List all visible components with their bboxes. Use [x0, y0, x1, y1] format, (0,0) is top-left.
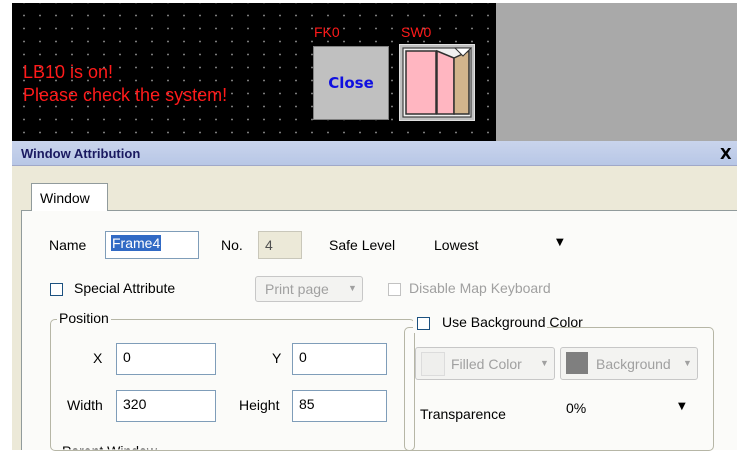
- no-label: No.: [221, 237, 243, 253]
- background-label: Background: [596, 356, 671, 372]
- width-value: 320: [123, 396, 147, 412]
- x-label: X: [93, 350, 103, 366]
- name-field[interactable]: Frame4: [105, 231, 199, 259]
- safe-level-value: Lowest: [434, 237, 479, 253]
- no-field: 4: [258, 231, 302, 259]
- filled-color-label: Filled Color: [451, 356, 522, 372]
- door-switch-icon[interactable]: [399, 44, 475, 121]
- canvas-offscreen-area: [496, 3, 737, 141]
- use-background-color-checkbox[interactable]: [417, 317, 430, 330]
- x-field[interactable]: 0: [116, 343, 216, 375]
- width-label: Width: [67, 397, 103, 413]
- filled-color-swatch: [421, 352, 445, 376]
- transparence-value: 0%: [566, 400, 587, 416]
- chevron-down-icon: ▼: [678, 401, 686, 412]
- x-value: 0: [123, 349, 131, 365]
- y-label: Y: [272, 350, 282, 366]
- height-label: Height: [239, 397, 280, 413]
- parent-window-label: Parent Window: [62, 443, 157, 459]
- background-color-swatch: [566, 352, 588, 374]
- print-page-dropdown[interactable]: Print page ▼: [255, 276, 363, 302]
- window-tab-panel: Name Frame4 No. 4 Safe Level Lowest ▼ Sp…: [21, 210, 737, 451]
- name-label: Name: [49, 237, 87, 253]
- no-value: 4: [265, 237, 273, 253]
- special-attribute-label: Special Attribute: [74, 280, 176, 296]
- width-field[interactable]: 320: [116, 390, 216, 422]
- filled-color-dropdown[interactable]: Filled Color ▼: [415, 347, 555, 380]
- disable-map-keyboard-label: Disable Map Keyboard: [409, 280, 551, 296]
- close-button-label: Close: [328, 74, 374, 92]
- position-group-title: Position: [57, 310, 111, 326]
- sw0-label: SW0: [401, 24, 432, 40]
- dialog-title: Window Attribution: [21, 146, 141, 161]
- dialog-titlebar[interactable]: Window Attribution X: [12, 141, 737, 166]
- close-icon[interactable]: X: [720, 145, 732, 163]
- height-field[interactable]: 85: [292, 390, 387, 422]
- y-field[interactable]: 0: [292, 343, 387, 375]
- y-value: 0: [299, 349, 307, 365]
- chevron-down-icon: ▼: [683, 358, 692, 368]
- special-attribute-checkbox[interactable]: [50, 283, 63, 296]
- safe-level-label: Safe Level: [329, 237, 396, 253]
- safe-level-select[interactable]: Lowest ▼: [429, 231, 577, 259]
- use-background-color-label: Use Background Color: [442, 314, 583, 330]
- fk0-label: FK0: [314, 24, 340, 40]
- canvas-text-line2: Please check the system!: [23, 85, 228, 105]
- disable-map-keyboard-checkbox[interactable]: [388, 283, 401, 296]
- window-attribution-dialog: Window Attribution X Window Name Frame4 …: [12, 141, 737, 451]
- tab-window[interactable]: Window: [31, 183, 108, 211]
- background-dropdown[interactable]: Background ▼: [560, 347, 698, 380]
- background-color-groupbox: [404, 327, 714, 451]
- close-function-key-button[interactable]: Close: [313, 46, 389, 120]
- canvas-text-line1: LB10 is on!: [23, 62, 114, 82]
- chevron-down-icon: ▼: [540, 358, 549, 368]
- position-groupbox: [50, 319, 415, 451]
- transparence-label: Transparence: [420, 406, 506, 422]
- chevron-down-icon: ▼: [348, 283, 357, 293]
- chevron-down-icon: ▼: [556, 237, 564, 248]
- height-value: 85: [299, 396, 315, 412]
- transparence-select[interactable]: 0% ▼: [558, 392, 698, 422]
- tab-window-label: Window: [40, 190, 90, 206]
- print-page-label: Print page: [265, 281, 329, 297]
- name-value: Frame4: [111, 235, 162, 251]
